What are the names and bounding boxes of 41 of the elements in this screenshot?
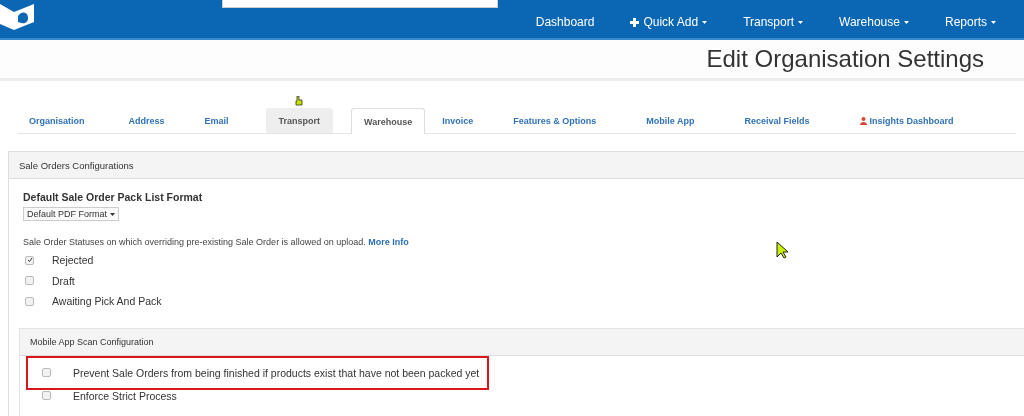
page-title: Edit Organisation Settings	[706, 45, 984, 73]
caret-icon	[110, 212, 116, 216]
more-info-link[interactable]: More Info	[368, 237, 409, 247]
arrow-cursor-icon	[776, 241, 789, 259]
caret-icon	[798, 20, 804, 24]
checkbox-label: Rejected	[52, 254, 94, 267]
checkbox[interactable]	[25, 296, 34, 306]
checkbox[interactable]	[42, 391, 51, 400]
nav-link[interactable]: Transport	[725, 15, 822, 29]
caret-icon	[903, 20, 909, 24]
nav-link[interactable]: Reports	[926, 15, 1014, 29]
user-icon	[859, 117, 867, 125]
checkbox-label: Prevent Sale Orders from being finished if products exist that have not been packed yet	[73, 366, 480, 379]
tab[interactable]: Invoice	[431, 108, 485, 133]
tab[interactable]: Organisation	[18, 108, 96, 133]
hand-cursor-icon	[295, 96, 303, 106]
tab[interactable]: Features & Options	[502, 108, 608, 133]
checkbox-label: Draft	[52, 274, 75, 287]
tab[interactable]: Receival Fields	[733, 108, 821, 133]
checkbox-label: Awaiting Pick And Pack	[52, 295, 162, 308]
caret-icon	[991, 20, 996, 24]
statuses-note: Sale Order Statuses on which overriding pre-existing Sale Order is allowed on upload. More Info	[23, 237, 410, 247]
tab[interactable]: Insights Dashboard	[848, 108, 965, 133]
field-label: Default Sale Order Pack List Format	[23, 191, 204, 203]
tab[interactable]: Mobile App	[635, 108, 706, 133]
nav-link[interactable]: Dashboard	[517, 15, 613, 29]
format-dropdown[interactable]: Default PDF Format	[23, 207, 120, 221]
panel-heading: Mobile App Scan Configuration	[20, 328, 1024, 356]
checkbox[interactable]	[42, 368, 51, 377]
panel-heading: Sale Orders Configurations	[9, 152, 1024, 179]
nav-link[interactable]: Warehouse	[821, 15, 927, 29]
caret-icon	[702, 20, 708, 24]
checkbox[interactable]	[25, 276, 34, 286]
tab[interactable]: Transport	[265, 108, 334, 133]
tab[interactable]: Warehouse	[351, 108, 426, 134]
nav-link[interactable]: Quick Add	[612, 15, 726, 29]
tab[interactable]: Address	[117, 108, 176, 133]
checkbox-label: Enforce Strict Process	[73, 389, 177, 402]
checkbox[interactable]	[25, 255, 34, 265]
plus-icon	[630, 17, 640, 27]
tab[interactable]: Email	[193, 108, 240, 133]
